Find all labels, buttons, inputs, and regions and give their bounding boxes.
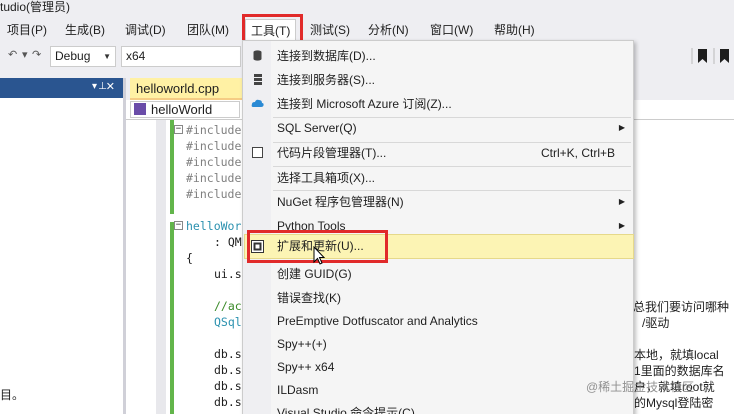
class-icon	[134, 103, 146, 115]
mouse-cursor-icon	[313, 246, 326, 265]
code-line: db.s	[214, 395, 242, 409]
menu-item-connect-database[interactable]: 连接到数据库(D)...	[277, 48, 376, 64]
database-connect-icon	[253, 50, 262, 61]
tab-helloworld-cpp[interactable]: helloworld.cpp ⊕	[130, 78, 257, 100]
code-comment: 1里面的数据库名	[634, 364, 725, 378]
menu-analyze[interactable]: 分析(N)	[363, 19, 414, 41]
code-line: #include	[186, 171, 242, 185]
azure-cloud-icon	[251, 99, 264, 107]
menu-test[interactable]: 测试(S)	[305, 19, 355, 41]
redo-icon[interactable]: ↷	[32, 48, 41, 61]
code-line: //ac	[214, 299, 242, 313]
code-comment: /驱动	[642, 316, 670, 330]
platform-combo[interactable]: x64	[121, 46, 241, 67]
snippet-checkbox-icon	[252, 147, 263, 158]
code-line: #include	[186, 187, 242, 201]
code-line: #include	[186, 123, 242, 137]
menu-team[interactable]: 团队(M)	[182, 19, 234, 41]
code-line: #include	[186, 155, 242, 169]
menu-separator	[273, 142, 631, 143]
menu-help[interactable]: 帮助(H)	[489, 19, 540, 41]
tab-label: helloworld.cpp	[136, 81, 220, 96]
code-comment: 本地，就填local	[634, 348, 719, 362]
code-line: helloWor	[186, 219, 242, 233]
code-line: ui.s	[214, 267, 242, 281]
menu-item-ildasm[interactable]: ILDasm	[277, 382, 318, 398]
change-indicator	[170, 222, 174, 414]
menu-item-dotfuscator[interactable]: PreEmptive Dotfuscator and Analytics	[277, 313, 478, 329]
solution-explorer-panel: ▾ ⊥ ✕	[0, 78, 123, 414]
config-combo[interactable]: Debug ▼	[50, 46, 116, 67]
change-indicator	[170, 120, 174, 214]
menu-window[interactable]: 窗口(W)	[425, 19, 478, 41]
scope-value: helloWorld	[151, 102, 213, 117]
chevron-down-icon: ▼	[103, 52, 111, 61]
collapse-icon[interactable]: −	[174, 221, 183, 230]
server-connect-icon	[254, 74, 262, 85]
collapse-icon[interactable]: −	[174, 125, 183, 134]
panel-header: ▾ ⊥ ✕	[0, 78, 123, 98]
code-line: db.s	[214, 347, 242, 361]
menu-item-spy-x64[interactable]: Spy++ x64	[277, 359, 334, 375]
code-line: #include	[186, 139, 242, 153]
watermark: @稀土掘金技术社区	[586, 380, 695, 394]
menu-item-create-guid[interactable]: 创建 GUID(G)	[277, 266, 352, 282]
tools-dropdown-menu: 连接到数据库(D)... 连接到服务器(S)... 连接到 Microsoft …	[242, 40, 634, 414]
submenu-arrow-icon: ▶	[618, 221, 625, 230]
menu-item-snippet-manager[interactable]: 代码片段管理器(T)...	[277, 145, 386, 161]
menu-item-vs-command-prompt[interactable]: Visual Studio 命令提示(C)	[277, 405, 415, 414]
undo-icon[interactable]: ↶	[8, 48, 17, 61]
menu-item-nuget[interactable]: NuGet 程序包管理器(N)	[277, 194, 404, 210]
menu-debug[interactable]: 调试(D)	[120, 19, 171, 41]
menu-item-choose-toolbox[interactable]: 选择工具箱项(X)...	[277, 170, 375, 186]
menu-item-connect-azure[interactable]: 连接到 Microsoft Azure 订阅(Z)...	[277, 96, 452, 112]
scope-combo[interactable]: helloWorld	[130, 101, 240, 118]
menu-shortcut: Ctrl+K, Ctrl+B	[540, 146, 615, 160]
code-line: db.s	[214, 363, 242, 377]
code-line: db.s	[214, 379, 242, 393]
panel-text: 目。	[0, 388, 25, 402]
menu-separator	[273, 190, 631, 191]
menu-separator	[273, 117, 631, 118]
submenu-arrow-icon: ▶	[618, 197, 625, 206]
code-comment: 的Mysql登陆密	[634, 396, 714, 410]
menu-tools[interactable]: 工具(T)	[245, 19, 297, 41]
code-line: {	[186, 251, 193, 265]
config-value: Debug	[55, 49, 91, 63]
menu-item-sql-server[interactable]: SQL Server(Q)	[277, 120, 357, 136]
submenu-arrow-icon: ▶	[618, 123, 625, 132]
close-icon[interactable]: ✕	[106, 80, 115, 93]
code-line: QSql	[214, 315, 242, 329]
menu-item-spy[interactable]: Spy++(+)	[277, 336, 327, 352]
menu-item-error-lookup[interactable]: 错误查找(K)	[277, 290, 341, 306]
menu-item-connect-server[interactable]: 连接到服务器(S)...	[277, 72, 375, 88]
undo-dropdown-icon[interactable]: ▾	[22, 48, 28, 61]
toolbar-right	[690, 47, 734, 65]
menu-bar: 项目(P) 生成(B) 调试(D) 团队(M) 工具(T) 测试(S) 分析(N…	[0, 19, 734, 41]
menu-separator	[273, 166, 631, 167]
extensions-icon	[251, 240, 264, 253]
menu-project[interactable]: 项目(P)	[2, 19, 52, 41]
window-title: tudio(管理员)	[0, 0, 734, 18]
code-comment: 总我们要访问哪种	[633, 300, 730, 314]
bookmark-icon[interactable]	[690, 47, 734, 65]
platform-value: x64	[126, 49, 146, 63]
vertical-scrollbar[interactable]	[156, 120, 166, 414]
code-line: : QM	[214, 235, 242, 249]
dropdown-icon[interactable]: ▾	[92, 81, 97, 92]
menu-item-python-tools[interactable]: Python Tools	[277, 218, 346, 234]
menu-build[interactable]: 生成(B)	[60, 19, 110, 41]
